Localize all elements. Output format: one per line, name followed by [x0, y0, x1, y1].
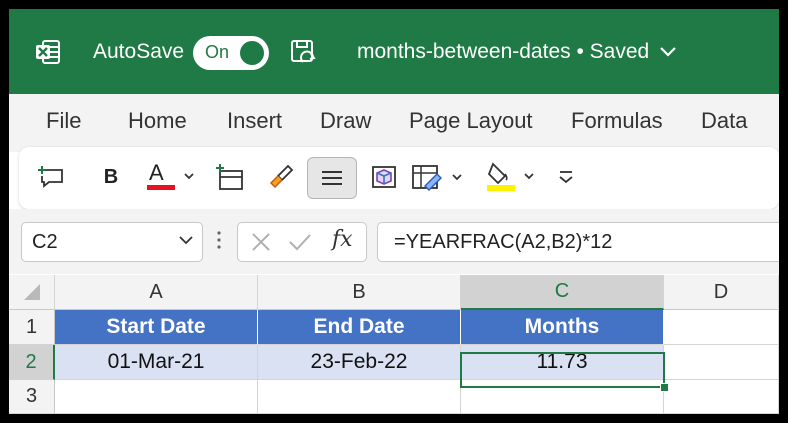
name-box-value: C2	[32, 231, 58, 253]
format-as-table-button[interactable]	[411, 157, 469, 197]
ribbon-toolbar: B A	[19, 147, 779, 209]
cell-b2[interactable]: 23-Feb-22	[258, 345, 461, 380]
more-vertical-icon[interactable]	[216, 229, 222, 256]
insert-function-icon[interactable]: fx	[332, 227, 353, 252]
toggle-state-label: On	[205, 42, 230, 62]
font-color-button[interactable]: A	[145, 157, 203, 197]
formula-text: =YEARFRAC(A2,B2)*12	[394, 231, 613, 253]
menu-draw[interactable]: Draw	[320, 108, 371, 134]
insert-cells-icon[interactable]	[211, 157, 247, 197]
menu-home[interactable]: Home	[128, 108, 187, 134]
menu-formulas[interactable]: Formulas	[571, 108, 663, 134]
column-header-c[interactable]: C	[461, 275, 664, 310]
chevron-down-icon[interactable]	[659, 9, 681, 94]
save-icon[interactable]	[289, 9, 321, 94]
row-header-3[interactable]: 3	[9, 380, 55, 414]
menu-data[interactable]: Data	[701, 108, 747, 134]
bold-label: B	[103, 165, 119, 188]
new-comment-icon[interactable]	[33, 157, 69, 197]
menu-page-layout[interactable]: Page Layout	[409, 108, 533, 134]
cell-c3[interactable]	[461, 380, 664, 414]
cell-d3[interactable]	[664, 380, 779, 414]
bold-button[interactable]: B	[93, 157, 129, 197]
row-header-1[interactable]: 1	[9, 310, 55, 345]
3d-model-icon[interactable]	[367, 157, 403, 197]
title-bar: AutoSave On months-between-dates • Saved	[9, 9, 779, 94]
menu-file[interactable]: File	[46, 108, 81, 134]
cell-a2[interactable]: 01-Mar-21	[55, 345, 258, 380]
document-title[interactable]: months-between-dates • Saved	[357, 9, 649, 94]
fill-color-button[interactable]	[485, 157, 543, 197]
autosave-label: AutoSave	[93, 39, 185, 63]
enter-check-icon[interactable]	[288, 231, 312, 258]
select-all-corner[interactable]	[9, 275, 55, 310]
cell-d2[interactable]	[664, 345, 779, 380]
column-header-d[interactable]: D	[664, 275, 779, 310]
cell-c1[interactable]: Months	[461, 310, 664, 345]
formula-input[interactable]: =YEARFRAC(A2,B2)*12	[377, 222, 779, 262]
excel-window: AutoSave On months-between-dates • Saved…	[9, 9, 779, 414]
menu-bar: File Home Insert Draw Page Layout Formul…	[9, 94, 779, 152]
cell-b3[interactable]	[258, 380, 461, 414]
cancel-icon[interactable]	[250, 231, 272, 258]
cell-a1[interactable]: Start Date	[55, 310, 258, 345]
worksheet-grid: A B C D 1 2 3 Start Date End Date Months…	[9, 275, 779, 414]
column-header-a[interactable]: A	[55, 275, 258, 310]
fill-handle[interactable]	[660, 383, 669, 392]
cell-c2[interactable]: 11.73	[461, 345, 664, 380]
more-options-icon[interactable]	[551, 157, 581, 197]
cell-b1[interactable]: End Date	[258, 310, 461, 345]
excel-logo-icon	[35, 9, 67, 94]
align-center-button[interactable]	[307, 157, 357, 199]
format-painter-icon[interactable]	[263, 157, 299, 197]
formula-buttons: fx	[237, 222, 367, 262]
svg-text:A: A	[149, 160, 164, 185]
cell-d1[interactable]	[664, 310, 779, 345]
toggle-knob	[240, 41, 264, 65]
column-header-b[interactable]: B	[258, 275, 461, 310]
cell-a3[interactable]	[55, 380, 258, 414]
menu-insert[interactable]: Insert	[227, 108, 282, 134]
autosave-toggle[interactable]: On	[193, 36, 269, 70]
chevron-down-icon[interactable]	[178, 233, 194, 251]
row-header-2[interactable]: 2	[9, 345, 55, 380]
name-box[interactable]: C2	[21, 222, 203, 262]
